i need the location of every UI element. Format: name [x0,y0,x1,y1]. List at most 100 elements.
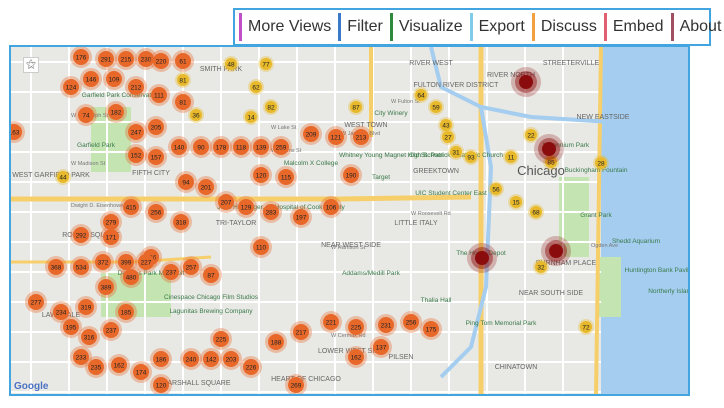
cluster-marker-orange[interactable]: 120 [250,164,272,186]
map-view[interactable]: SMITH PARK RIVER WEST FULTON RIVER DISTRIC… [9,45,690,396]
cluster-marker-orange[interactable]: 115 [275,166,297,188]
cluster-marker-orange[interactable]: 292 [70,224,92,246]
cluster-marker-orange[interactable]: 171 [100,226,122,248]
cluster-marker-yellow[interactable]: 81 [175,72,191,88]
cluster-marker-orange[interactable]: 118 [230,136,252,158]
cluster-marker-orange[interactable]: 225 [210,328,232,350]
cluster-marker-orange[interactable]: 209 [300,123,322,145]
cluster-marker-orange[interactable]: 175 [420,318,442,340]
cluster-marker-orange[interactable]: 152 [125,144,147,166]
cluster-marker-red[interactable] [541,236,571,266]
cluster-marker-orange[interactable]: 109 [103,68,125,90]
cluster-marker-orange[interactable]: 283 [260,201,282,223]
cluster-marker-orange[interactable]: 197 [290,206,312,228]
cluster-marker-yellow[interactable]: 15 [508,194,524,210]
cluster-marker-orange[interactable]: 61 [172,50,194,72]
cluster-marker-orange[interactable]: 87 [200,264,222,286]
cluster-marker-orange[interactable]: 316 [78,326,100,348]
cluster-marker-orange[interactable]: 129 [235,196,257,218]
cluster-marker-yellow[interactable]: 56 [488,181,504,197]
cluster-marker-orange[interactable]: 207 [215,191,237,213]
cluster-markers[interactable]: 176 291 215 230 220 61124146 1092121118174 1822… [11,47,609,394]
cluster-marker-orange[interactable]: 247 [125,121,147,143]
cluster-marker-orange[interactable]: 221 [320,311,342,333]
cluster-marker-orange[interactable]: 291 [95,48,117,70]
cluster-marker-orange[interactable]: 163 [11,121,25,143]
cluster-marker-yellow[interactable]: 59 [428,99,444,115]
cluster-marker-yellow[interactable]: 64 [413,87,429,103]
cluster-marker-yellow[interactable]: 87 [348,99,364,115]
cluster-marker-orange[interactable]: 257 [180,256,202,278]
cluster-marker-orange[interactable]: 226 [240,356,262,378]
cluster-marker-orange[interactable]: 142 [200,348,222,370]
cluster-marker-orange[interactable]: 188 [265,331,287,353]
cluster-marker-yellow[interactable]: 44 [55,169,71,185]
cluster-marker-yellow[interactable]: 11 [503,149,519,165]
cluster-marker-orange[interactable]: 110 [250,236,272,258]
cluster-marker-yellow[interactable]: 48 [223,56,239,72]
cluster-marker-orange[interactable]: 162 [345,346,367,368]
cluster-marker-orange[interactable]: 237 [160,261,182,283]
toolbar-button-more-views[interactable]: More Views [239,13,337,41]
cluster-marker-orange[interactable]: 480 [120,266,142,288]
cluster-marker-orange[interactable]: 237 [100,319,122,341]
cluster-marker-orange[interactable]: 121 [325,126,347,148]
cluster-marker-orange[interactable]: 124 [60,76,82,98]
cluster-marker-orange[interactable]: 174 [130,361,152,383]
cluster-marker-orange[interactable]: 185 [115,301,137,323]
cluster-marker-orange[interactable]: 534 [70,256,92,278]
map-canvas[interactable]: SMITH PARKRIVER WESTFULTON RIVER DISTRIC… [11,47,688,394]
cluster-marker-red[interactable] [511,67,541,97]
cluster-marker-orange[interactable]: 162 [108,354,130,376]
cluster-marker-yellow[interactable]: 82 [263,99,279,115]
cluster-marker-orange[interactable]: 256 [145,201,167,223]
cluster-marker-yellow[interactable]: 31 [448,144,464,160]
cluster-marker-orange[interactable]: 225 [345,316,367,338]
cluster-marker-orange[interactable]: 256 [400,311,422,333]
cluster-marker-orange[interactable]: 137 [370,336,392,358]
cluster-marker-yellow[interactable]: 72 [578,319,594,335]
cluster-marker-orange[interactable]: 213 [350,126,372,148]
cluster-marker-orange[interactable]: 372 [92,251,114,273]
cluster-marker-orange[interactable]: 368 [45,256,67,278]
toolbar-button-discuss[interactable]: Discuss [531,13,603,41]
toolbar-button-visualize[interactable]: Visualize [389,13,469,41]
cluster-marker-orange[interactable]: 90 [190,136,212,158]
toolbar-button-filter[interactable]: Filter [338,13,389,41]
cluster-marker-orange[interactable]: 140 [168,136,190,158]
cluster-marker-orange[interactable]: 201 [195,176,217,198]
toolbar-button-about[interactable]: About [670,13,724,41]
cluster-marker-orange[interactable]: 106 [320,196,342,218]
cluster-marker-orange[interactable]: 259 [270,136,292,158]
cluster-marker-yellow[interactable]: 68 [528,204,544,220]
cluster-marker-orange[interactable]: 231 [375,314,397,336]
cluster-marker-orange[interactable]: 182 [105,101,127,123]
cluster-marker-orange[interactable]: 111 [148,84,170,106]
cluster-marker-red[interactable] [467,243,497,273]
cluster-marker-orange[interactable]: 415 [120,196,142,218]
toolbar-button-export[interactable]: Export [469,13,531,41]
pegman-icon[interactable]: ⚝ [23,57,39,73]
cluster-marker-orange[interactable]: 389 [95,276,117,298]
cluster-marker-orange[interactable]: 74 [75,104,97,126]
cluster-marker-orange[interactable]: 186 [150,348,172,370]
cluster-marker-orange[interactable]: 240 [180,348,202,370]
cluster-marker-orange[interactable]: 178 [210,136,232,158]
cluster-marker-yellow[interactable]: 77 [258,56,274,72]
cluster-marker-red[interactable] [534,134,564,164]
cluster-marker-orange[interactable]: 205 [145,116,167,138]
cluster-marker-yellow[interactable]: 14 [243,109,259,125]
cluster-marker-yellow[interactable]: 93 [463,149,479,165]
cluster-marker-orange[interactable]: 318 [170,211,192,233]
cluster-marker-orange[interactable]: 235 [85,356,107,378]
cluster-marker-orange[interactable]: 234 [50,301,72,323]
cluster-marker-orange[interactable]: 277 [25,291,47,313]
cluster-marker-orange[interactable]: 212 [125,76,147,98]
cluster-marker-orange[interactable]: 94 [175,171,197,193]
toolbar-button-embed[interactable]: Embed [603,13,670,41]
cluster-marker-yellow[interactable]: 62 [248,79,264,95]
cluster-marker-orange[interactable]: 157 [145,146,167,168]
cluster-marker-orange[interactable]: 319 [75,296,97,318]
cluster-marker-yellow[interactable]: 28 [593,155,609,171]
cluster-marker-orange[interactable]: 139 [250,136,272,158]
